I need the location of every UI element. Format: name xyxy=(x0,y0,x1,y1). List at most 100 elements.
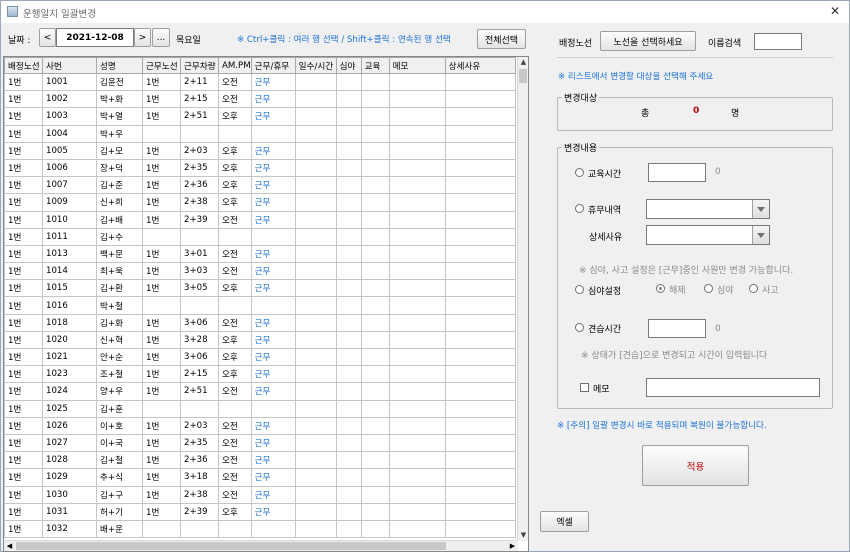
table-cell[interactable]: 1001 xyxy=(42,72,97,92)
table-cell[interactable] xyxy=(294,468,337,487)
table-cell[interactable] xyxy=(218,227,252,246)
table-cell[interactable]: 1번 xyxy=(142,451,181,470)
table-cell[interactable] xyxy=(294,72,337,92)
table-cell[interactable]: 1020 xyxy=(42,330,97,350)
table-cell[interactable]: 2+51 xyxy=(180,382,219,401)
table-cell[interactable] xyxy=(360,468,390,487)
table-cell[interactable] xyxy=(360,296,390,315)
table-cell[interactable]: 1번 xyxy=(4,244,43,264)
table-cell[interactable]: 1018 xyxy=(42,313,97,332)
table-cell[interactable]: 양+우 xyxy=(96,382,143,401)
table-cell[interactable]: 오전 xyxy=(218,72,252,92)
table-cell[interactable] xyxy=(444,365,516,384)
table-cell[interactable]: 1번 xyxy=(4,72,43,92)
table-cell[interactable]: 1번 xyxy=(4,141,43,160)
table-cell[interactable]: 오후 xyxy=(218,365,252,384)
table-cell[interactable] xyxy=(444,107,516,126)
table-cell[interactable]: 1010 xyxy=(42,210,97,229)
table-cell[interactable]: 김+모 xyxy=(96,141,143,160)
table-cell[interactable]: 1번 xyxy=(142,262,181,281)
table-cell[interactable] xyxy=(360,416,390,435)
table-cell[interactable] xyxy=(388,210,446,229)
column-header[interactable]: 상세사유 xyxy=(444,57,516,74)
table-row[interactable]: 1번 1016 박+철 xyxy=(4,296,516,315)
table-cell[interactable] xyxy=(294,176,337,195)
table-cell[interactable]: 1016 xyxy=(42,296,97,315)
table-cell[interactable]: 오후 xyxy=(218,107,252,126)
table-cell[interactable]: 1011 xyxy=(42,227,97,246)
table-cell[interactable]: 1번 xyxy=(142,193,181,212)
scroll-right-icon[interactable]: ▶ xyxy=(507,541,518,551)
table-cell[interactable]: 1번 xyxy=(142,382,181,401)
table-cell[interactable]: 1번 xyxy=(142,330,181,350)
table-row[interactable]: 1번 1023 조+철 1번 2+15 오후 근무 xyxy=(4,365,516,384)
table-cell[interactable]: 1번 xyxy=(4,227,43,246)
table-cell[interactable] xyxy=(360,451,390,470)
table-cell[interactable]: 오전 xyxy=(218,262,252,281)
detail-reason-combo[interactable] xyxy=(646,225,770,245)
table-cell[interactable]: 1002 xyxy=(42,90,97,109)
table-cell[interactable]: 배+운 xyxy=(96,519,143,539)
table-cell[interactable] xyxy=(388,124,446,143)
table-cell[interactable] xyxy=(444,141,516,160)
table-cell[interactable] xyxy=(444,176,516,195)
table-cell[interactable]: 신+희 xyxy=(96,193,143,212)
table-cell[interactable]: 근무 xyxy=(250,193,296,212)
table-cell[interactable]: 오후 xyxy=(218,330,252,350)
table-cell[interactable]: 1번 xyxy=(142,210,181,229)
table-cell[interactable] xyxy=(360,330,390,350)
table-cell[interactable]: 오전 xyxy=(218,382,252,401)
table-cell[interactable] xyxy=(335,107,362,126)
table-row[interactable]: 1번 1026 이+호 1번 2+03 오전 근무 xyxy=(4,416,516,435)
table-cell[interactable] xyxy=(388,502,446,521)
table-cell[interactable] xyxy=(388,193,446,212)
table-cell[interactable]: 1015 xyxy=(42,279,97,298)
table-cell[interactable]: 오전 xyxy=(218,433,252,453)
table-cell[interactable]: 1024 xyxy=(42,382,97,401)
table-cell[interactable] xyxy=(360,158,390,178)
table-cell[interactable] xyxy=(250,227,296,246)
table-cell[interactable]: 1번 xyxy=(142,176,181,195)
table-row[interactable]: 1번 1011 김+수 xyxy=(4,227,516,246)
table-cell[interactable]: 1번 xyxy=(142,347,181,367)
vertical-scrollbar[interactable]: ▲ ▼ xyxy=(517,57,528,541)
table-cell[interactable] xyxy=(335,193,362,212)
table-cell[interactable]: 1번 xyxy=(4,296,43,315)
table-row[interactable]: 1번 1025 김+훈 xyxy=(4,399,516,418)
table-cell[interactable]: 1번 xyxy=(4,485,43,504)
table-cell[interactable]: 2+36 xyxy=(180,451,219,470)
table-cell[interactable]: 1014 xyxy=(42,262,97,281)
table-cell[interactable] xyxy=(335,416,362,435)
table-cell[interactable] xyxy=(294,262,337,281)
table-cell[interactable] xyxy=(250,399,296,418)
table-cell[interactable]: 백+문 xyxy=(96,244,143,264)
table-row[interactable]: 1번 1021 안+순 1번 3+06 오후 근무 xyxy=(4,347,516,367)
table-row[interactable]: 1번 1027 이+국 1번 2+35 오전 근무 xyxy=(4,433,516,453)
table-cell[interactable]: 1번 xyxy=(142,365,181,384)
table-cell[interactable]: 2+51 xyxy=(180,107,219,126)
table-row[interactable]: 1번 1020 신+혁 1번 3+28 오후 근무 xyxy=(4,330,516,350)
night-setting-radio[interactable] xyxy=(575,285,584,294)
table-cell[interactable]: 오전 xyxy=(218,90,252,109)
scroll-down-icon[interactable]: ▼ xyxy=(518,530,528,541)
night-off-radio[interactable] xyxy=(656,284,665,293)
table-cell[interactable] xyxy=(250,519,296,539)
table-cell[interactable] xyxy=(335,382,362,401)
table-cell[interactable]: 근무 xyxy=(250,72,296,92)
table-cell[interactable]: 3+28 xyxy=(180,330,219,350)
table-cell[interactable] xyxy=(294,347,337,367)
column-header[interactable]: 메모 xyxy=(388,57,446,74)
table-cell[interactable]: 1006 xyxy=(42,158,97,178)
table-cell[interactable] xyxy=(294,124,337,143)
table-cell[interactable]: 1번 xyxy=(142,468,181,487)
table-cell[interactable] xyxy=(444,279,516,298)
table-cell[interactable]: 1029 xyxy=(42,468,97,487)
table-cell[interactable] xyxy=(335,262,362,281)
column-header[interactable]: 사번 xyxy=(42,57,97,74)
table-cell[interactable] xyxy=(388,227,446,246)
table-cell[interactable] xyxy=(360,485,390,504)
table-cell[interactable] xyxy=(142,519,181,539)
table-row[interactable]: 1번 1013 백+문 1번 3+01 오전 근무 xyxy=(4,244,516,264)
table-cell[interactable]: 1번 xyxy=(142,433,181,453)
table-cell[interactable] xyxy=(335,502,362,521)
